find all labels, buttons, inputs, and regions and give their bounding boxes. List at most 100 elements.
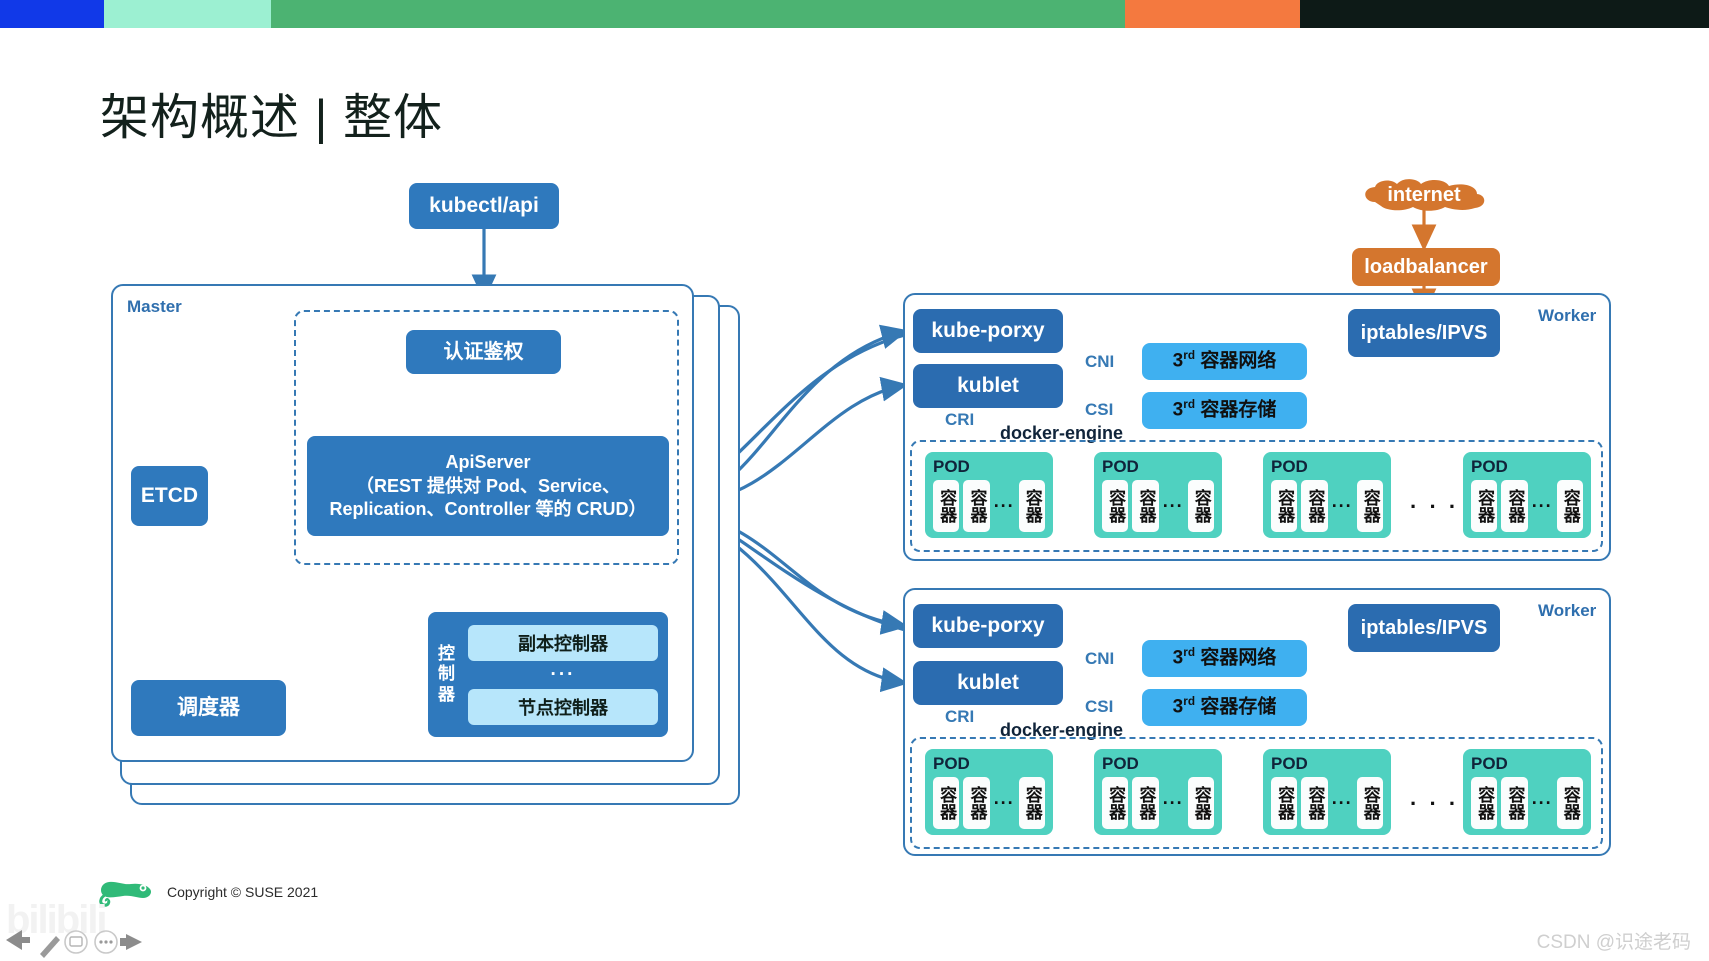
worker-2-iptables-node[interactable]: iptables/IPVS — [1348, 604, 1500, 652]
worker-2-cri-label: CRI — [945, 707, 975, 726]
worker-1-container-storage-label: 3rd 容器存储 — [1173, 398, 1277, 422]
ctr-text: 容器 — [967, 489, 987, 523]
worker-1-pod-1-container-1[interactable]: 容器 — [933, 480, 960, 532]
controller-manager-node[interactable]: 控制器 副本控制器 ··· 节点控制器 — [428, 612, 668, 737]
worker-1-pod-1-container-2[interactable]: 容器 — [963, 480, 990, 532]
ctr-text: 容器 — [1475, 489, 1495, 523]
worker-2-pod-4-container-3[interactable]: 容器 — [1556, 777, 1584, 829]
kubectl-api-label: kubectl/api — [429, 193, 539, 217]
worker-1-pod-4-label: POD — [1471, 457, 1508, 476]
worker-1-kubelet-node[interactable]: kublet — [913, 364, 1063, 408]
worker-2-container-storage-label: 3rd 容器存储 — [1173, 695, 1277, 719]
worker-1-pod-4-containers: 容器 容器 ··· 容器 — [1471, 480, 1584, 532]
worker-2-pod-3-container-3[interactable]: 容器 — [1356, 777, 1384, 829]
worker-1-pod-3-dots: ··· — [1331, 495, 1353, 516]
worker-2-kube-proxy-label: kube-porxy — [931, 613, 1045, 637]
worker-2-pod-1-container-3[interactable]: 容器 — [1018, 777, 1046, 829]
worker-1-pod-2-dots: ··· — [1162, 495, 1184, 516]
worker-2-pod-1-container-2[interactable]: 容器 — [963, 777, 990, 829]
worker-2-pod-2-container-1[interactable]: 容器 — [1102, 777, 1129, 829]
worker-2-pod-4-container-1[interactable]: 容器 — [1471, 777, 1498, 829]
topbar-segment-2 — [104, 0, 271, 28]
worker-1-cs-sup-num: 3 — [1172, 399, 1184, 421]
worker-2-pod-4-dots: ··· — [1531, 792, 1553, 813]
worker-1-cni-label: CNI — [1085, 352, 1115, 371]
worker-1-cn-sup-num: 3 — [1172, 350, 1184, 372]
worker-2-pod-1-container-1[interactable]: 容器 — [933, 777, 960, 829]
ctr-text: 容器 — [1360, 489, 1380, 523]
worker-1-pod-3-container-1[interactable]: 容器 — [1271, 480, 1298, 532]
worker-2-pod-4-container-2[interactable]: 容器 — [1501, 777, 1528, 829]
worker-1-container-network-node[interactable]: 3rd 容器网络 — [1142, 343, 1307, 380]
worker-1-cri-label: CRI — [945, 410, 975, 429]
ctr-text: 容器 — [1136, 786, 1156, 820]
worker-1-pod-2-container-1[interactable]: 容器 — [1102, 480, 1129, 532]
worker-2-pod-3-containers: 容器 容器 ··· 容器 — [1271, 777, 1384, 829]
worker-1-pod-1-container-3[interactable]: 容器 — [1018, 480, 1046, 532]
worker-2-pod-3-container-2[interactable]: 容器 — [1301, 777, 1328, 829]
worker-2-kube-proxy-node[interactable]: kube-porxy — [913, 604, 1063, 648]
worker-1-pod-3-container-3[interactable]: 容器 — [1356, 480, 1384, 532]
worker-1-pod-2[interactable]: POD 容器 容器 ··· 容器 — [1094, 452, 1222, 538]
worker-1-kubelet-label: kublet — [957, 373, 1019, 397]
worker-1-kube-proxy-node[interactable]: kube-porxy — [913, 309, 1063, 353]
worker-1-pod-2-container-2[interactable]: 容器 — [1132, 480, 1159, 532]
ctr-text: 容器 — [967, 786, 987, 820]
topbar-segment-3 — [271, 0, 1125, 28]
worker-2-pod-3[interactable]: POD 容器 容器 ··· 容器 — [1263, 749, 1391, 835]
worker-1-pod-1[interactable]: POD 容器 容器 ··· 容器 — [925, 452, 1053, 538]
worker-1-pod-1-containers: 容器 容器 ··· 容器 — [933, 480, 1046, 532]
ctr-text: 容器 — [1305, 489, 1325, 523]
scheduler-node[interactable]: 调度器 — [131, 680, 286, 736]
worker-1-pod-2-container-3[interactable]: 容器 — [1187, 480, 1215, 532]
worker-1-cs-sup-ord: rd — [1183, 398, 1196, 412]
etcd-label: ETCD — [140, 483, 199, 507]
worker-2-kubelet-node[interactable]: kublet — [913, 661, 1063, 705]
worker-1-container-storage-node[interactable]: 3rd 容器存储 — [1142, 392, 1307, 429]
worker-1-pod-4-container-3[interactable]: 容器 — [1556, 480, 1584, 532]
worker-2-pod-2-containers: 容器 容器 ··· 容器 — [1102, 777, 1215, 829]
worker-1-pod-3-label: POD — [1271, 457, 1308, 476]
internet-cloud[interactable]: internet — [1359, 178, 1489, 212]
worker-1-cn-text: 容器网络 — [1200, 350, 1277, 372]
worker-1-pod-4-container-2[interactable]: 容器 — [1501, 480, 1528, 532]
ctr-text: 容器 — [1022, 786, 1042, 820]
worker-1-pod-3[interactable]: POD 容器 容器 ··· 容器 — [1263, 452, 1391, 538]
auth-label: 认证鉴权 — [443, 340, 524, 363]
worker-2-iptables-label: iptables/IPVS — [1360, 616, 1488, 639]
worker-2-pod-2-container-3[interactable]: 容器 — [1187, 777, 1215, 829]
worker-1-pod-4-container-1[interactable]: 容器 — [1471, 480, 1498, 532]
worker-1-pod-3-container-2[interactable]: 容器 — [1301, 480, 1328, 532]
master-label: Master — [127, 297, 182, 316]
controller-item-replication[interactable]: 副本控制器 — [468, 624, 658, 661]
worker-2-container-network-node[interactable]: 3rd 容器网络 — [1142, 640, 1307, 677]
ctr-text: 容器 — [1191, 786, 1211, 820]
worker-1-kube-proxy-label: kube-porxy — [931, 318, 1045, 342]
apiserver-node[interactable]: ApiServer （REST 提供对 Pod、Service、 Replica… — [307, 436, 669, 536]
worker-2-pod-2[interactable]: POD 容器 容器 ··· 容器 — [1094, 749, 1222, 835]
loadbalancer-label: loadbalancer — [1364, 255, 1488, 278]
worker-1-csi-label: CSI — [1085, 400, 1114, 419]
ctr-text: 容器 — [1560, 786, 1580, 820]
apiserver-desc-line2: Replication、Controller 等的 CRUD） — [329, 499, 647, 520]
controller-item-node[interactable]: 节点控制器 — [468, 688, 658, 725]
worker-1-cn-sup-ord: rd — [1183, 349, 1196, 363]
worker-2-pod-4[interactable]: POD 容器 容器 ··· 容器 — [1463, 749, 1591, 835]
kubectl-api-node[interactable]: kubectl/api — [409, 183, 559, 229]
worker-2-pod-1[interactable]: POD 容器 容器 ··· 容器 — [925, 749, 1053, 835]
worker-2-container-storage-node[interactable]: 3rd 容器存储 — [1142, 689, 1307, 726]
loadbalancer-node[interactable]: loadbalancer — [1352, 248, 1500, 286]
worker-1-pod-2-label: POD — [1102, 457, 1139, 476]
page-title: 架构概述 | 整体 — [100, 91, 443, 145]
worker-2-pod-gap-ellipsis: · · · — [1410, 791, 1460, 816]
worker-2-pod-3-container-1[interactable]: 容器 — [1271, 777, 1298, 829]
worker-1-iptables-node[interactable]: iptables/IPVS — [1348, 309, 1500, 357]
etcd-node[interactable]: ETCD — [131, 466, 208, 526]
ctr-text: 容器 — [1136, 489, 1156, 523]
ctr-text: 容器 — [937, 489, 957, 523]
worker-1-pod-4[interactable]: POD 容器 容器 ··· 容器 — [1463, 452, 1591, 538]
auth-node[interactable]: 认证鉴权 — [406, 330, 561, 374]
worker-2-pod-2-container-2[interactable]: 容器 — [1132, 777, 1159, 829]
worker-1-pod-1-dots: ··· — [993, 495, 1015, 516]
ctr-text: 容器 — [1305, 786, 1325, 820]
